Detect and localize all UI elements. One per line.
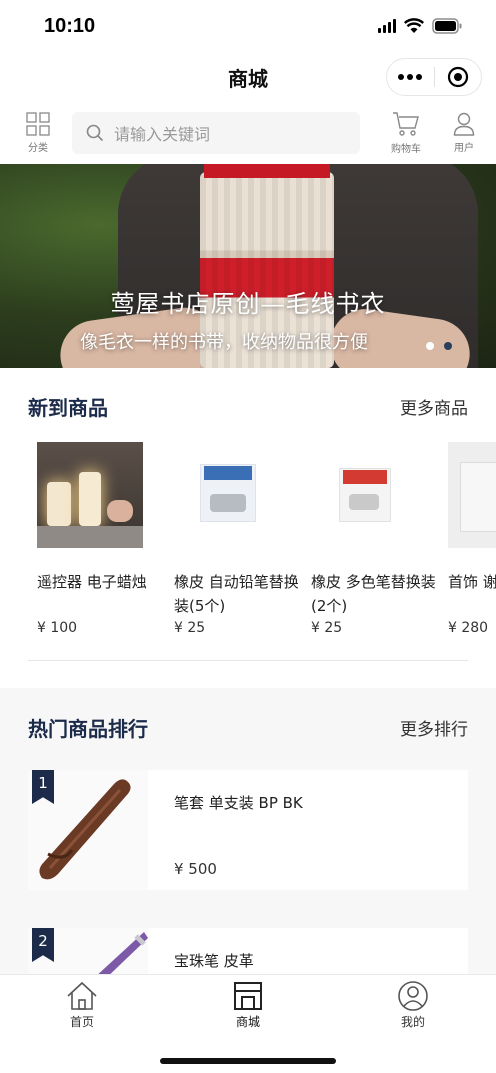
system-icons [378, 18, 462, 34]
section-divider [28, 660, 468, 661]
more-ranking-link[interactable]: 更多排行 [400, 715, 468, 740]
product-image-jewelry-box [448, 442, 496, 548]
user-icon [453, 112, 475, 136]
home-icon [67, 981, 97, 1010]
shop-icon [234, 982, 262, 1010]
target-icon [447, 66, 468, 88]
home-indicator [160, 1058, 336, 1064]
cart-icon [393, 112, 419, 136]
ranking-price: ¥ 500 [174, 860, 217, 878]
tab-mine[interactable]: 我的 [353, 981, 473, 1030]
grid-icon [26, 112, 50, 136]
promo-banner[interactable]: 莺屋书店原创—毛线书衣 像毛衣一样的书带，收纳物品很方便 [0, 164, 496, 368]
tab-home-label: 首页 [69, 1015, 94, 1029]
banner-title: 莺屋书店原创—毛线书衣 [110, 290, 386, 318]
cart-label: 购物车 [391, 144, 421, 155]
product-card[interactable]: 遥控器 电子蜡烛 ¥ 100 [37, 442, 157, 636]
product-price: ¥ 280 [448, 620, 489, 636]
hot-products-header: 热门商品排行 更多排行 [0, 707, 496, 747]
ranking-name: 宝珠笔 皮革 [174, 952, 254, 970]
search-icon [86, 124, 104, 142]
product-name: 首饰 谢谢 [448, 573, 496, 591]
battery-icon [432, 18, 462, 34]
tab-mine-label: 我的 [400, 1015, 425, 1029]
banner-dot-active[interactable] [426, 342, 434, 350]
new-products-title: 新到商品 [28, 395, 108, 420]
product-card[interactable]: 首饰 谢谢 ¥ 280 [448, 442, 496, 636]
status-bar: 10:10 [0, 0, 496, 52]
category-button[interactable]: 分类 [20, 112, 56, 154]
status-time: 10:10 [44, 14, 96, 37]
product-card[interactable]: 橡皮 多色笔替换装(2个) ¥ 25 [311, 442, 436, 636]
cart-button[interactable]: 购物车 [388, 111, 424, 155]
ranking-name: 笔套 单支装 BP BK [174, 794, 303, 812]
more-button[interactable] [387, 59, 434, 95]
product-price: ¥ 25 [311, 620, 343, 636]
search-input[interactable]: 请输入关键词 [72, 112, 360, 154]
product-image-multicolor-refill [311, 442, 417, 548]
tab-home[interactable]: 首页 [22, 981, 142, 1030]
page-title: 商城 [228, 66, 268, 91]
banner-dot[interactable] [444, 342, 452, 350]
signal-icon [378, 19, 396, 33]
banner-photo-book-top [204, 164, 330, 178]
new-products-header: 新到商品 更多商品 [0, 386, 496, 426]
product-name: 橡皮 自动铅笔替换装(5个) [174, 573, 299, 615]
wifi-icon [404, 18, 424, 33]
ranking-item[interactable]: 1 笔套 单支装 BP BK ¥ 500 [28, 770, 468, 890]
hot-products-title: 热门商品排行 [28, 716, 148, 741]
miniprogram-capsule [386, 58, 482, 96]
product-price: ¥ 100 [37, 620, 78, 636]
close-miniprogram-button[interactable] [435, 59, 482, 95]
user-label: 用户 [454, 143, 474, 154]
profile-icon [398, 981, 428, 1011]
nav-bar: 商城 [0, 52, 496, 102]
tab-mall-label: 商城 [235, 1015, 260, 1029]
product-name: 橡皮 多色笔替换装(2个) [311, 573, 436, 615]
search-placeholder: 请输入关键词 [114, 125, 211, 144]
category-label: 分类 [28, 143, 48, 154]
product-name: 遥控器 电子蜡烛 [37, 573, 147, 591]
product-price: ¥ 25 [174, 620, 206, 636]
more-products-link[interactable]: 更多商品 [400, 394, 468, 419]
tab-bar: 首页 商城 我的 [0, 974, 496, 1073]
banner-pagination [426, 342, 452, 350]
new-products-list: 遥控器 电子蜡烛 ¥ 100 橡皮 自动铅笔替换装(5个) ¥ 25 橡皮 多色… [28, 442, 496, 652]
product-card[interactable]: 橡皮 自动铅笔替换装(5个) ¥ 25 [174, 442, 299, 636]
banner-subtitle: 像毛衣一样的书带，收纳物品很方便 [80, 332, 368, 353]
more-dots-icon [398, 74, 423, 80]
tab-mall[interactable]: 商城 [188, 981, 308, 1030]
product-image-candles [37, 442, 143, 548]
user-button[interactable]: 用户 [446, 111, 482, 155]
product-image-eraser-refill [174, 442, 280, 548]
search-toolbar: 分类 请输入关键词 购物车 用户 [0, 102, 496, 164]
